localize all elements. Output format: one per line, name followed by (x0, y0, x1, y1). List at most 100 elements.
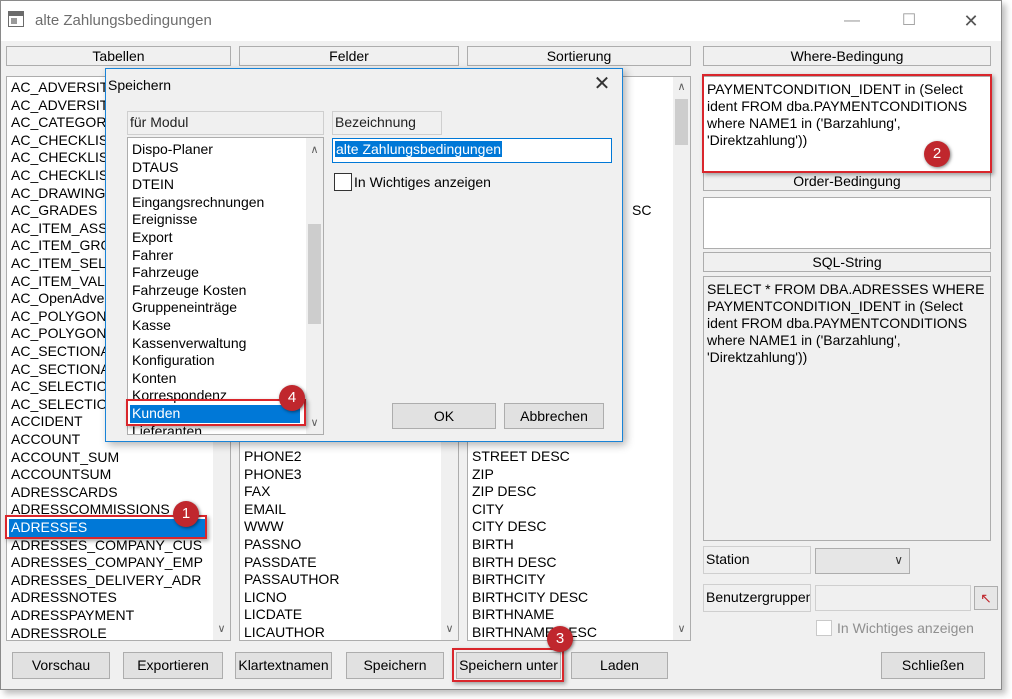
list-item[interactable]: Konfiguration (132, 352, 215, 370)
list-item[interactable]: LICAUTHOR (244, 624, 325, 640)
scroll-down-icon[interactable]: ∨ (673, 621, 690, 638)
order-textarea[interactable] (703, 197, 991, 249)
list-item[interactable]: AC_SELECTIO (11, 378, 107, 396)
list-item[interactable]: ACCOUNT_SUM (11, 449, 119, 467)
sortierung-scrollbar[interactable]: ∧ ∨ (673, 77, 690, 640)
scroll-thumb[interactable] (675, 99, 688, 145)
list-item[interactable]: BIRTHCITY (472, 571, 546, 589)
list-item[interactable]: ACCIDENT (11, 413, 83, 431)
close-button[interactable]: ✕ (956, 9, 986, 33)
list-item[interactable]: Kassenverwaltung (132, 335, 246, 353)
list-item[interactable]: AC_SECTIONA (11, 361, 110, 379)
list-item[interactable]: AC_CATEGOR (11, 114, 106, 132)
list-item[interactable]: ADRESSNOTES (11, 589, 117, 607)
list-item[interactable]: Kasse (132, 317, 171, 335)
callout-badge-4: 4 (279, 385, 305, 411)
list-item[interactable]: ZIP (472, 466, 494, 484)
list-item[interactable]: AC_SELECTIO (11, 396, 107, 414)
list-item[interactable]: AC_ADVERSIT (11, 97, 108, 115)
list-item[interactable]: LICNO (244, 589, 287, 607)
exportieren-button[interactable]: Exportieren (123, 652, 223, 679)
scroll-thumb[interactable] (308, 224, 321, 324)
scroll-down-icon[interactable]: ∨ (213, 621, 230, 638)
list-item[interactable]: PASSNO (244, 536, 301, 554)
list-item[interactable]: STREET DESC (472, 448, 570, 466)
list-item[interactable]: Eingangsrechnungen (132, 194, 264, 212)
list-item[interactable]: Ereignisse (132, 211, 197, 229)
list-item[interactable]: PHONE2 (244, 448, 302, 466)
list-item[interactable]: CITY DESC (472, 518, 546, 536)
list-item[interactable]: BIRTH (472, 536, 514, 554)
vorschau-button[interactable]: Vorschau (12, 652, 110, 679)
list-item[interactable]: BIRTHNAME (472, 606, 554, 624)
list-item[interactable]: ADRESSES_DELIVERY_ADR (11, 572, 201, 590)
list-item[interactable]: Gruppeneinträge (132, 299, 237, 317)
maximize-button[interactable]: ☐ (894, 9, 924, 33)
list-item[interactable]: Export (132, 229, 172, 247)
list-item[interactable]: Konten (132, 370, 176, 388)
list-item[interactable]: Fahrzeuge Kosten (132, 282, 246, 300)
list-item[interactable]: AC_ADVERSIT (11, 79, 108, 97)
list-item[interactable]: AC_SECTIONA (11, 343, 110, 361)
abbrechen-button[interactable]: Abbrechen (504, 403, 604, 429)
scroll-down-icon[interactable]: ∨ (306, 415, 323, 432)
modul-scrollbar[interactable]: ∧ ∨ (306, 138, 323, 434)
list-item[interactable]: BIRTHNAME DESC (472, 624, 597, 640)
list-item[interactable]: Fahrzeuge (132, 264, 199, 282)
dialog-wichtiges-checkbox[interactable] (334, 173, 352, 191)
list-item[interactable]: AC_GRADES (11, 202, 97, 220)
bezeichnung-input[interactable]: alte Zahlungsbedingungen (332, 138, 612, 163)
list-item[interactable]: AC_ITEM_SEL (11, 255, 106, 273)
list-item[interactable]: ACCOUNTSUM (11, 466, 111, 484)
list-item[interactable]: CITY (472, 501, 504, 519)
list-item[interactable]: SC (632, 202, 651, 220)
sql-string-box: SELECT * FROM DBA.ADRESSES WHERE PAYMENT… (703, 276, 991, 541)
station-select[interactable]: ∨ (815, 548, 910, 574)
list-item[interactable]: AC_POLYGON (11, 308, 106, 326)
list-item[interactable]: DTAUS (132, 159, 178, 177)
list-item[interactable]: LICDATE (244, 606, 302, 624)
list-item[interactable]: ADRESSES_COMPANY_EMP (11, 554, 203, 572)
scroll-up-icon[interactable]: ∧ (306, 142, 323, 159)
speichern-button[interactable]: Speichern (346, 652, 444, 679)
list-item[interactable]: PASSDATE (244, 554, 317, 572)
list-item[interactable]: ADRESSCARDS (11, 484, 118, 502)
list-item[interactable]: BIRTH DESC (472, 554, 557, 572)
laden-button[interactable]: Laden (571, 652, 668, 679)
list-item[interactable]: ADRESSES_COMPANY_CUS (11, 537, 202, 555)
wichtiges-checkbox[interactable] (816, 620, 832, 636)
station-label: Station (703, 546, 811, 574)
list-item[interactable]: AC_CHECKLIS (11, 167, 108, 185)
benutzergruppen-field[interactable] (815, 585, 971, 611)
list-item[interactable]: ADRESSROLE (11, 625, 107, 640)
list-item[interactable]: AC_ITEM_ASS (11, 220, 107, 238)
list-item[interactable]: AC_CHECKLIS (11, 149, 108, 167)
list-item[interactable]: AC_OpenAdver (11, 290, 109, 308)
list-item[interactable]: PASSAUTHOR (244, 571, 339, 589)
list-item[interactable]: Fahrer (132, 247, 173, 265)
scroll-up-icon[interactable]: ∧ (673, 79, 690, 96)
list-item[interactable]: FAX (244, 483, 270, 501)
app-icon (8, 11, 24, 27)
list-item[interactable]: DTEIN (132, 176, 174, 194)
list-item[interactable]: ACCOUNT (11, 431, 80, 449)
list-item[interactable]: ADRESSPAYMENT (11, 607, 134, 625)
list-item[interactable]: BIRTHCITY DESC (472, 589, 588, 607)
list-item[interactable]: EMAIL (244, 501, 286, 519)
list-item[interactable]: AC_DRAWING (11, 185, 105, 203)
list-item[interactable]: ZIP DESC (472, 483, 536, 501)
minimize-button[interactable]: — (837, 9, 867, 33)
list-item[interactable]: Dispo-Planer (132, 141, 213, 159)
list-item[interactable]: AC_POLYGON (11, 325, 106, 343)
list-item[interactable]: WWW (244, 518, 284, 536)
klartextnamen-button[interactable]: Klartextnamen (235, 652, 332, 679)
schliessen-button[interactable]: Schließen (881, 652, 985, 679)
list-item[interactable]: AC_ITEM_VAL (11, 273, 105, 291)
list-item[interactable]: AC_CHECKLIS (11, 132, 108, 150)
list-item[interactable]: PHONE3 (244, 466, 302, 484)
ok-button[interactable]: OK (392, 403, 496, 429)
pick-arrow-icon[interactable]: ↖ (974, 586, 998, 610)
scroll-down-icon[interactable]: ∨ (441, 621, 458, 638)
list-item[interactable]: AC_ITEM_GRO (11, 237, 111, 255)
dialog-close-icon[interactable]: ✕ (589, 73, 615, 95)
